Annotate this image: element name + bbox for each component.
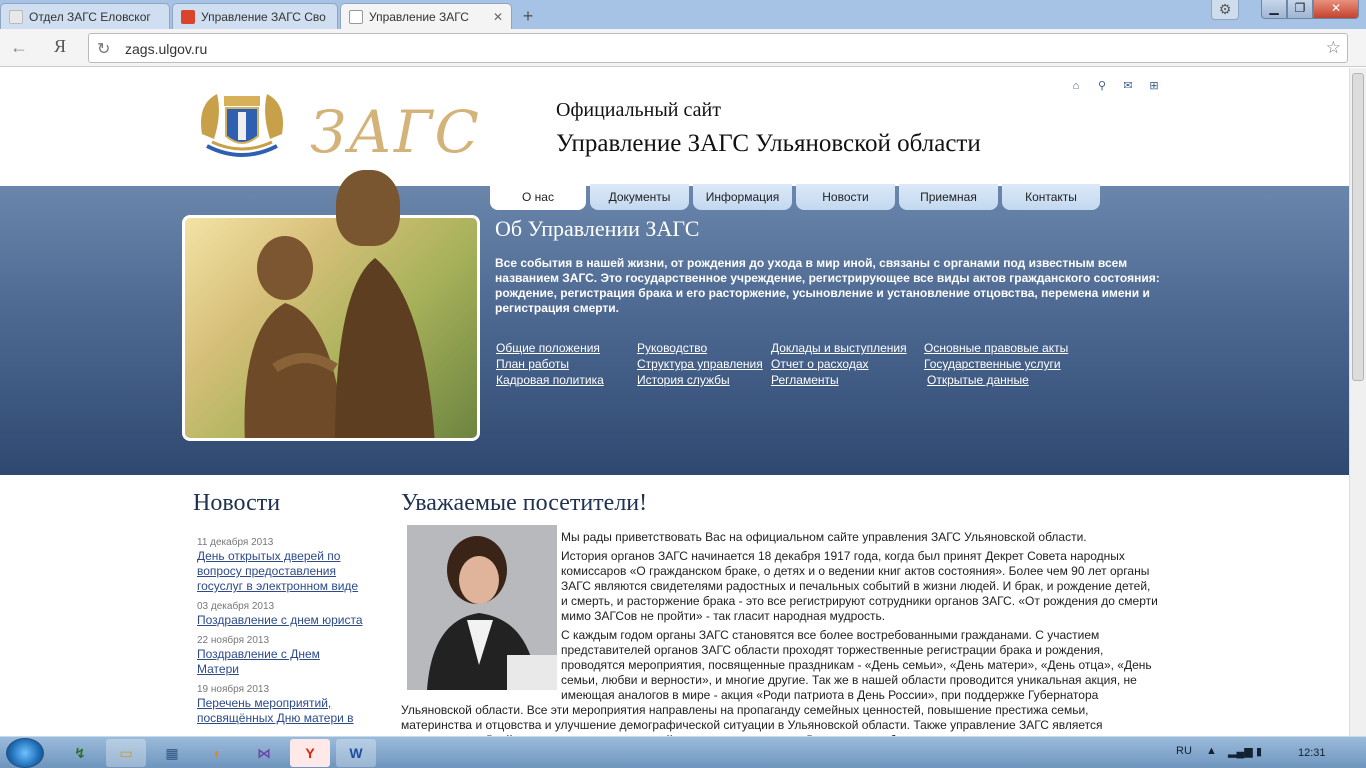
news-list: 11 декабря 2013 День открытых дверей по … — [197, 537, 377, 733]
banner-links-column-4: Основные правовые акты Государственные у… — [924, 341, 1068, 387]
tray-arrow-icon[interactable]: ▲ — [1206, 745, 1217, 757]
browser-tab-strip: Отдел ЗАГС Еловског Управление ЗАГС Сво … — [0, 0, 1366, 29]
banner-links-column-2: Руководство Структура управления История… — [637, 341, 763, 387]
bookmark-star-icon[interactable]: ☆ — [1326, 38, 1341, 58]
link-history[interactable]: История службы — [637, 373, 763, 387]
app-icon[interactable]: ↯ — [60, 739, 100, 767]
menu-tab-documents[interactable]: Документы — [590, 184, 689, 210]
visual-studio-icon[interactable]: ⋈ — [244, 739, 284, 767]
browser-tab-active[interactable]: Управление ЗАГС ✕ — [340, 3, 512, 29]
welcome-article: Мы рады приветствовать Вас на официально… — [401, 530, 1159, 736]
mail-icon[interactable]: ✉ — [1122, 80, 1134, 92]
menu-tab-reception[interactable]: Приемная — [899, 184, 998, 210]
site-favicon-icon — [181, 9, 195, 24]
home-icon[interactable]: ⌂ — [1070, 80, 1082, 92]
tab-title: Управление ЗАГС — [369, 9, 469, 24]
close-window-button[interactable]: ✕ — [1313, 0, 1359, 19]
clock[interactable]: 12:31 — [1298, 747, 1326, 759]
word-icon[interactable]: W — [336, 739, 376, 767]
calculator-icon[interactable]: ▦ — [152, 739, 192, 767]
browser-toolbar: ← Я ↻ zags.ulgov.ru ☆ — [0, 29, 1366, 67]
close-tab-icon[interactable]: ✕ — [493, 10, 503, 24]
media-player-icon[interactable]: ◐ — [198, 739, 238, 767]
page-icon — [9, 9, 23, 24]
link-reports[interactable]: Доклады и выступления — [771, 341, 907, 355]
news-date: 03 декабря 2013 — [197, 601, 275, 612]
battery-icon[interactable]: ▮ — [1256, 745, 1262, 758]
banner-title: Об Управлении ЗАГС — [495, 216, 700, 241]
statue-head-overlay — [336, 170, 400, 246]
page-scrollbar[interactable] — [1349, 68, 1366, 736]
new-tab-button[interactable]: + — [517, 6, 539, 27]
yandex-browser-icon[interactable]: Y — [290, 739, 330, 767]
tab-title: Отдел ЗАГС Еловског — [29, 9, 151, 24]
news-heading: Новости — [193, 490, 281, 516]
back-arrow-icon[interactable]: ← — [10, 37, 28, 58]
header-icon-bar: ⌂ ⚲ ✉ ⊞ — [1070, 80, 1160, 92]
main-menu: О нас Документы Информация Новости Прием… — [490, 184, 1100, 210]
news-link[interactable]: Перечень мероприятий, посвящённых Дню ма… — [197, 696, 377, 726]
language-indicator[interactable]: RU — [1176, 745, 1192, 757]
reload-icon[interactable]: ↻ — [97, 39, 110, 59]
site-subtitle: Официальный сайт — [556, 99, 721, 121]
banner-links-column-3: Доклады и выступления Отчет о расходах Р… — [771, 341, 907, 387]
news-date: 11 декабря 2013 — [197, 537, 274, 548]
explorer-folder-icon[interactable]: ▭ — [106, 739, 146, 767]
link-regulations[interactable]: Регламенты — [771, 373, 907, 387]
link-management[interactable]: Руководство — [637, 341, 763, 355]
menu-tab-information[interactable]: Информация — [693, 184, 792, 210]
news-date: 22 ноября 2013 — [197, 635, 270, 646]
link-open-data[interactable]: Открытые данные — [927, 373, 1068, 387]
link-work-plan[interactable]: План работы — [496, 357, 604, 371]
site-title: Управление ЗАГС Ульяновской области — [556, 130, 981, 157]
url-text[interactable]: zags.ulgov.ru — [125, 41, 207, 57]
sitemap-icon[interactable]: ⊞ — [1148, 80, 1160, 92]
link-personnel-policy[interactable]: Кадровая политика — [496, 373, 604, 387]
windows-taskbar: ↯ ▭ ▦ ◐ ⋈ Y W RU ▲ ▂▄▆ ▮ 12:31 — [0, 736, 1366, 768]
news-link[interactable]: Поздравление с Днем Матери — [197, 647, 337, 677]
news-link[interactable]: Поздравление с днем юриста — [197, 613, 377, 628]
banner-links-column-1: Общие положения План работы Кадровая пол… — [496, 341, 604, 387]
address-bar[interactable]: ↻ zags.ulgov.ru ☆ — [88, 33, 1348, 63]
news-item: 22 ноября 2013 Поздравление с Днем Матер… — [197, 635, 337, 677]
page-icon — [349, 9, 363, 24]
news-item: 11 декабря 2013 День открытых дверей по … — [197, 537, 377, 594]
web-page: ⌂ ⚲ ✉ ⊞ ЗАГС Официальный сайт Управление… — [0, 68, 1349, 736]
menu-tab-about[interactable]: О нас — [490, 184, 586, 210]
link-structure[interactable]: Структура управления — [637, 357, 763, 371]
link-legal-acts[interactable]: Основные правовые акты — [924, 341, 1068, 355]
browser-tab[interactable]: Управление ЗАГС Сво — [172, 3, 338, 29]
scrollbar-thumb[interactable] — [1352, 73, 1364, 381]
menu-tab-news[interactable]: Новости — [796, 184, 895, 210]
statue-photo — [182, 215, 480, 441]
signal-icon[interactable]: ▂▄▆ — [1228, 745, 1253, 758]
news-date: 19 ноября 2013 — [197, 684, 270, 695]
banner-description: Все события в нашей жизни, от рождения д… — [495, 256, 1160, 315]
welcome-heading: Уважаемые посетители! — [401, 490, 648, 516]
link-general-provisions[interactable]: Общие положения — [496, 341, 604, 355]
photo-spacer — [401, 530, 561, 695]
yandex-button[interactable]: Я — [54, 36, 66, 57]
news-item: 03 декабря 2013 Поздравление с днем юрис… — [197, 601, 377, 628]
tab-title: Управление ЗАГС Сво — [201, 9, 326, 24]
menu-tab-contacts[interactable]: Контакты — [1002, 184, 1100, 210]
start-button[interactable] — [6, 738, 44, 768]
search-icon[interactable]: ⚲ — [1096, 80, 1108, 92]
news-link[interactable]: День открытых дверей по вопросу предоста… — [197, 549, 377, 594]
maximize-button[interactable]: ❐ — [1287, 0, 1313, 19]
zags-script-logo: ЗАГС — [310, 98, 481, 166]
link-state-services[interactable]: Государственные услуги — [924, 357, 1068, 371]
settings-gear-icon[interactable]: ⚙ — [1211, 0, 1239, 20]
browser-tab[interactable]: Отдел ЗАГС Еловског — [0, 3, 170, 29]
link-expense-report[interactable]: Отчет о расходах — [771, 357, 907, 371]
minimize-button[interactable]: ▁ — [1261, 0, 1287, 19]
coat-of-arms-logo[interactable] — [192, 84, 292, 164]
news-item: 19 ноября 2013 Перечень мероприятий, пос… — [197, 684, 377, 726]
